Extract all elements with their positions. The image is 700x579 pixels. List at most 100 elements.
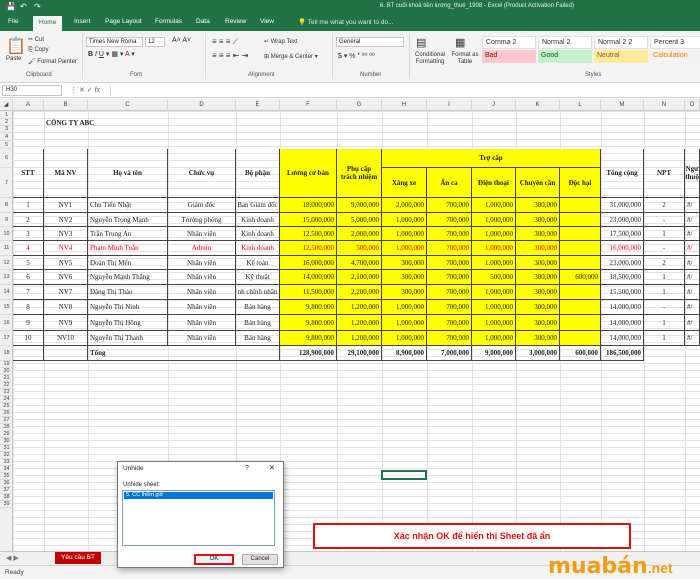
cell-bo-phan[interactable]: Kinh doanh [236, 227, 280, 241]
cell-chuc-vu[interactable]: Trưởng phòng [168, 213, 236, 227]
cell-tong-cong[interactable]: 14,000,000 [601, 331, 644, 346]
cell-npt[interactable]: 1 [644, 285, 685, 300]
tab-home[interactable]: Home [33, 16, 63, 31]
cell-tong-cong[interactable]: 23,000,000 [601, 213, 644, 227]
cell-ma-nv[interactable]: NV4 [44, 241, 88, 256]
row-header[interactable]: 24 [0, 396, 13, 403]
cell-stt[interactable]: 3 [13, 227, 44, 241]
cell-xang-xe[interactable]: 1,000,000 [382, 300, 427, 315]
cell-o[interactable]: #/ [685, 331, 700, 346]
cell-xang-xe[interactable]: 1,000,000 [382, 315, 427, 331]
cell-o[interactable]: #/ [685, 300, 700, 315]
cell-doc-hai[interactable] [560, 315, 601, 331]
column-header[interactable]: K [516, 99, 560, 111]
total-phu-cap[interactable]: 29,100,000 [337, 346, 382, 361]
selected-cell-h30[interactable] [381, 470, 427, 480]
header-tro-cap[interactable]: Trợ cấp [382, 149, 601, 168]
cell-stt[interactable]: 10 [13, 331, 44, 346]
header-nguoi-phu-thuoc[interactable]: Ngư thuộ [685, 149, 700, 198]
total-xang-xe[interactable]: 8,900,000 [382, 346, 427, 361]
cell-ma-nv[interactable]: NV5 [44, 256, 88, 270]
formula-input[interactable] [110, 85, 698, 96]
cell-dien-thoai[interactable]: 1,000,000 [472, 315, 516, 331]
cell-an-ca[interactable]: 700,000 [427, 227, 472, 241]
cell-doc-hai[interactable]: 600,000 [560, 270, 601, 285]
cell-bo-phan[interactable]: Kế toán [236, 256, 280, 270]
sheet-tab-yeu-cau-bt[interactable]: Yêu cầu BT [55, 552, 101, 564]
cell-npt[interactable]: 1 [644, 227, 685, 241]
cell-style-bad[interactable]: Bad [482, 50, 536, 63]
tab-page-layout[interactable]: Page Layout [105, 18, 142, 25]
header-chuc-vu[interactable]: Chức vụ [168, 149, 236, 198]
cell-chuc-vu[interactable]: Giám đốc [168, 198, 236, 213]
cell-chuc-vu[interactable]: Admin [168, 241, 236, 256]
cell-ma-nv[interactable]: NV3 [44, 227, 88, 241]
cell-style-normal-2-2[interactable]: Normal 2 2 [594, 36, 648, 49]
cell-style-normal-2[interactable]: Normal 2 [538, 36, 592, 49]
column-header[interactable]: D [168, 99, 236, 111]
row-header[interactable]: 19 [0, 361, 13, 368]
cell-bo-phan[interactable]: nh chính nhân [236, 285, 280, 300]
wrap-text-button[interactable]: ↵ Wrap Text [264, 38, 298, 45]
cell-xang-xe[interactable]: 1,000,000 [382, 241, 427, 256]
cell-ma-nv[interactable]: NV6 [44, 270, 88, 285]
cell-luong[interactable]: 15,000,000 [280, 213, 337, 227]
cell-chuyen-can[interactable]: 300,000 [516, 300, 560, 315]
cell-doc-hai[interactable] [560, 213, 601, 227]
font-size-select[interactable]: 12 [145, 37, 165, 47]
row-header[interactable]: 18 [0, 346, 13, 361]
sheet-list-item[interactable]: 5. CC thêm giờ [124, 492, 273, 499]
row-header[interactable]: 35 [0, 473, 13, 480]
cell-xang-xe[interactable]: 300,000 [382, 270, 427, 285]
cell-stt[interactable]: 1 [13, 198, 44, 213]
cell-stt[interactable]: 5 [13, 256, 44, 270]
cell-ho-ten[interactable]: Nguyễn Thị Hồng [88, 315, 168, 331]
cell-doc-hai[interactable] [560, 300, 601, 315]
cell-chuyen-can[interactable]: 300,000 [516, 241, 560, 256]
cell-doc-hai[interactable] [560, 331, 601, 346]
cell-ho-ten[interactable]: Nguyễn Thị Thanh [88, 331, 168, 346]
row-header[interactable]: 9 [0, 213, 13, 227]
ok-button[interactable]: OK [194, 554, 234, 565]
column-header[interactable]: G [337, 99, 382, 111]
cell-ma-nv[interactable]: NV7 [44, 285, 88, 300]
row-header[interactable]: 13 [0, 270, 13, 285]
format-as-table-button[interactable]: Format as Table [450, 52, 480, 66]
tab-file[interactable]: File [8, 18, 18, 25]
cell-xang-xe[interactable]: 1,000,000 [382, 331, 427, 346]
cell-tong-cong[interactable]: 16,000,000 [601, 241, 644, 256]
cell-luong[interactable]: 12,500,000 [280, 241, 337, 256]
sheet-nav-arrows[interactable]: ◀ ▶ [6, 554, 19, 562]
align-top-icons[interactable]: ≡ ≡ ≡ ⟋ [212, 37, 238, 47]
cell-style-percent-3[interactable]: Percent 3 [650, 36, 700, 49]
cell-dien-thoai[interactable]: 1,000,000 [472, 241, 516, 256]
cell-ma-nv[interactable]: NV2 [44, 213, 88, 227]
cell-ho-ten[interactable]: Trần Trung An [88, 227, 168, 241]
cell-chuyen-can[interactable]: 300,000 [516, 315, 560, 331]
cell-bo-phan[interactable]: Bán hàng [236, 315, 280, 331]
cell-style-calculation[interactable]: Calculation [650, 50, 700, 63]
cell-an-ca[interactable]: 700,000 [427, 331, 472, 346]
cell-o[interactable]: #/ [685, 227, 700, 241]
cancel-button[interactable]: Cancel [242, 554, 278, 565]
tab-formulas[interactable]: Formulas [155, 18, 182, 25]
row-header[interactable]: 22 [0, 382, 13, 389]
cell-doc-hai[interactable] [560, 241, 601, 256]
cell-bo-phan[interactable]: Bán hàng [236, 331, 280, 346]
cell-dien-thoai[interactable]: 1,000,000 [472, 213, 516, 227]
cell-npt[interactable]: 1 [644, 315, 685, 331]
cell-tong-cong[interactable]: 15,500,000 [601, 285, 644, 300]
column-header[interactable]: I [427, 99, 472, 111]
cell-chuyen-can[interactable]: 300,000 [516, 198, 560, 213]
cell-doc-hai[interactable] [560, 285, 601, 300]
cell-style-good[interactable]: Good [538, 50, 592, 63]
cell-an-ca[interactable]: 700,000 [427, 198, 472, 213]
cell-chuc-vu[interactable]: Nhân viên [168, 285, 236, 300]
row-header[interactable]: 4 [0, 133, 13, 141]
row-header[interactable]: 27 [0, 417, 13, 424]
header-xang-xe[interactable]: Xăng xe [382, 168, 427, 198]
cell-ma-nv[interactable]: NV9 [44, 315, 88, 331]
paste-icon[interactable]: 📋 [6, 36, 26, 56]
row-header[interactable]: 8 [0, 198, 13, 213]
number-format-select[interactable]: General [336, 37, 404, 47]
